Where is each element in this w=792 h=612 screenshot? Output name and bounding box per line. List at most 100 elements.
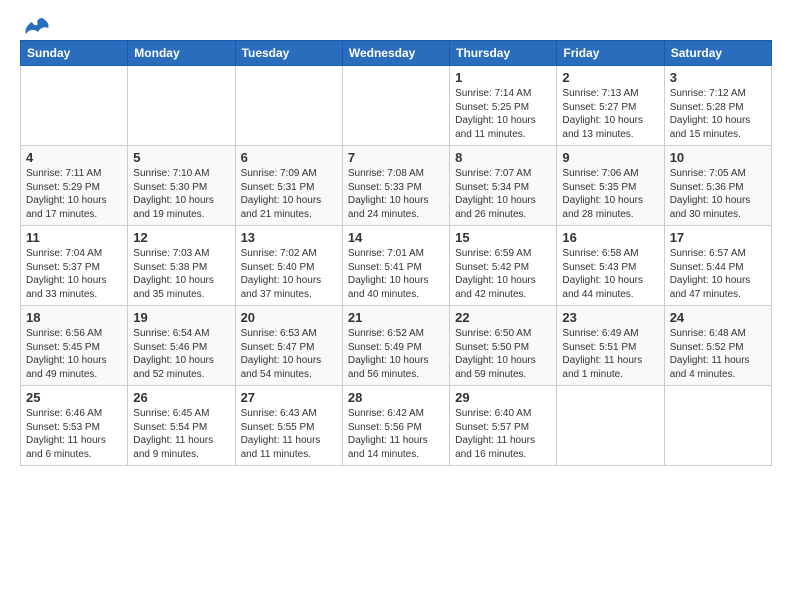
day-info: Sunrise: 6:53 AM Sunset: 5:47 PM Dayligh…: [241, 327, 337, 381]
calendar-cell: 19 Sunrise: 6:54 AM Sunset: 5:46 PM Dayli…: [128, 306, 235, 386]
day-header-sunday: Sunday: [21, 41, 128, 66]
day-number: 1: [455, 70, 551, 85]
calendar-cell: 9 Sunrise: 7:06 AM Sunset: 5:35 PM Daylig…: [557, 146, 664, 226]
day-info: Sunrise: 6:52 AM Sunset: 5:49 PM Dayligh…: [348, 327, 444, 381]
calendar-cell: [342, 66, 449, 146]
day-info: Sunrise: 6:40 AM Sunset: 5:57 PM Dayligh…: [455, 407, 551, 461]
day-info: Sunrise: 7:03 AM Sunset: 5:38 PM Dayligh…: [133, 247, 229, 301]
week-row-3: 18 Sunrise: 6:56 AM Sunset: 5:45 PM Dayli…: [21, 306, 772, 386]
calendar-cell: 4 Sunrise: 7:11 AM Sunset: 5:29 PM Daylig…: [21, 146, 128, 226]
day-info: Sunrise: 7:06 AM Sunset: 5:35 PM Dayligh…: [562, 167, 658, 221]
calendar-cell: 23Sunrise: 6:49 AM Sunset: 5:51 PM Dayli…: [557, 306, 664, 386]
calendar-table: SundayMondayTuesdayWednesdayThursdayFrid…: [20, 40, 772, 466]
calendar-cell: [664, 386, 771, 466]
day-number: 25: [26, 390, 122, 405]
calendar-cell: 3 Sunrise: 7:12 AM Sunset: 5:28 PM Daylig…: [664, 66, 771, 146]
day-number: 27: [241, 390, 337, 405]
calendar-cell: 28 Sunrise: 6:42 AM Sunset: 5:56 PM Dayli…: [342, 386, 449, 466]
day-number: 26: [133, 390, 229, 405]
day-info: Sunrise: 6:48 AM Sunset: 5:52 PM Dayligh…: [670, 327, 766, 381]
day-info: Sunrise: 6:56 AM Sunset: 5:45 PM Dayligh…: [26, 327, 122, 381]
week-row-1: 4 Sunrise: 7:11 AM Sunset: 5:29 PM Daylig…: [21, 146, 772, 226]
day-number: 29: [455, 390, 551, 405]
day-number: 7: [348, 150, 444, 165]
calendar-cell: 2 Sunrise: 7:13 AM Sunset: 5:27 PM Daylig…: [557, 66, 664, 146]
week-row-0: 1 Sunrise: 7:14 AM Sunset: 5:25 PM Daylig…: [21, 66, 772, 146]
day-number: 9: [562, 150, 658, 165]
calendar-cell: 26Sunrise: 6:45 AM Sunset: 5:54 PM Dayli…: [128, 386, 235, 466]
day-number: 21: [348, 310, 444, 325]
logo-bird-icon: [24, 16, 50, 36]
day-number: 23: [562, 310, 658, 325]
calendar-cell: 6 Sunrise: 7:09 AM Sunset: 5:31 PM Daylig…: [235, 146, 342, 226]
logo: [20, 16, 50, 32]
day-number: 20: [241, 310, 337, 325]
day-number: 12: [133, 230, 229, 245]
day-number: 3: [670, 70, 766, 85]
calendar-cell: 29 Sunrise: 6:40 AM Sunset: 5:57 PM Dayli…: [450, 386, 557, 466]
day-number: 4: [26, 150, 122, 165]
day-info: Sunrise: 6:54 AM Sunset: 5:46 PM Dayligh…: [133, 327, 229, 381]
calendar-cell: 7 Sunrise: 7:08 AM Sunset: 5:33 PM Daylig…: [342, 146, 449, 226]
calendar-cell: 10 Sunrise: 7:05 AM Sunset: 5:36 PM Dayli…: [664, 146, 771, 226]
calendar-cell: 17Sunrise: 6:57 AM Sunset: 5:44 PM Dayli…: [664, 226, 771, 306]
day-number: 5: [133, 150, 229, 165]
day-info: Sunrise: 7:10 AM Sunset: 5:30 PM Dayligh…: [133, 167, 229, 221]
day-info: Sunrise: 6:46 AM Sunset: 5:53 PM Dayligh…: [26, 407, 122, 461]
day-info: Sunrise: 7:04 AM Sunset: 5:37 PM Dayligh…: [26, 247, 122, 301]
calendar-cell: 24 Sunrise: 6:48 AM Sunset: 5:52 PM Dayli…: [664, 306, 771, 386]
day-header-monday: Monday: [128, 41, 235, 66]
day-info: Sunrise: 7:01 AM Sunset: 5:41 PM Dayligh…: [348, 247, 444, 301]
day-info: Sunrise: 6:58 AM Sunset: 5:43 PM Dayligh…: [562, 247, 658, 301]
day-info: Sunrise: 7:12 AM Sunset: 5:28 PM Dayligh…: [670, 87, 766, 141]
calendar-cell: 18 Sunrise: 6:56 AM Sunset: 5:45 PM Dayli…: [21, 306, 128, 386]
calendar-cell: 16 Sunrise: 6:58 AM Sunset: 5:43 PM Dayli…: [557, 226, 664, 306]
calendar-cell: 5 Sunrise: 7:10 AM Sunset: 5:30 PM Daylig…: [128, 146, 235, 226]
calendar-cell: 12 Sunrise: 7:03 AM Sunset: 5:38 PM Dayli…: [128, 226, 235, 306]
calendar-cell: 8 Sunrise: 7:07 AM Sunset: 5:34 PM Daylig…: [450, 146, 557, 226]
day-info: Sunrise: 7:13 AM Sunset: 5:27 PM Dayligh…: [562, 87, 658, 141]
calendar-cell: [557, 386, 664, 466]
calendar-cell: 20 Sunrise: 6:53 AM Sunset: 5:47 PM Dayli…: [235, 306, 342, 386]
day-info: Sunrise: 6:42 AM Sunset: 5:56 PM Dayligh…: [348, 407, 444, 461]
calendar-cell: [21, 66, 128, 146]
day-number: 11: [26, 230, 122, 245]
day-header-friday: Friday: [557, 41, 664, 66]
day-info: Sunrise: 6:50 AM Sunset: 5:50 PM Dayligh…: [455, 327, 551, 381]
day-number: 10: [670, 150, 766, 165]
day-number: 8: [455, 150, 551, 165]
day-number: 14: [348, 230, 444, 245]
calendar-cell: 14 Sunrise: 7:01 AM Sunset: 5:41 PM Dayli…: [342, 226, 449, 306]
day-info: Sunrise: 7:02 AM Sunset: 5:40 PM Dayligh…: [241, 247, 337, 301]
day-info: Sunrise: 7:07 AM Sunset: 5:34 PM Dayligh…: [455, 167, 551, 221]
day-number: 13: [241, 230, 337, 245]
day-number: 2: [562, 70, 658, 85]
day-info: Sunrise: 7:14 AM Sunset: 5:25 PM Dayligh…: [455, 87, 551, 141]
day-header-saturday: Saturday: [664, 41, 771, 66]
day-number: 18: [26, 310, 122, 325]
calendar-cell: [235, 66, 342, 146]
day-info: Sunrise: 7:11 AM Sunset: 5:29 PM Dayligh…: [26, 167, 122, 221]
day-info: Sunrise: 7:08 AM Sunset: 5:33 PM Dayligh…: [348, 167, 444, 221]
calendar-cell: [128, 66, 235, 146]
day-number: 22: [455, 310, 551, 325]
day-number: 17: [670, 230, 766, 245]
calendar-cell: 15Sunrise: 6:59 AM Sunset: 5:42 PM Dayli…: [450, 226, 557, 306]
week-row-2: 11 Sunrise: 7:04 AM Sunset: 5:37 PM Dayli…: [21, 226, 772, 306]
week-row-4: 25 Sunrise: 6:46 AM Sunset: 5:53 PM Dayli…: [21, 386, 772, 466]
day-number: 28: [348, 390, 444, 405]
day-info: Sunrise: 6:43 AM Sunset: 5:55 PM Dayligh…: [241, 407, 337, 461]
day-header-row: SundayMondayTuesdayWednesdayThursdayFrid…: [21, 41, 772, 66]
calendar-cell: 11 Sunrise: 7:04 AM Sunset: 5:37 PM Dayli…: [21, 226, 128, 306]
day-info: Sunrise: 7:05 AM Sunset: 5:36 PM Dayligh…: [670, 167, 766, 221]
day-number: 19: [133, 310, 229, 325]
day-info: Sunrise: 7:09 AM Sunset: 5:31 PM Dayligh…: [241, 167, 337, 221]
calendar-cell: 25 Sunrise: 6:46 AM Sunset: 5:53 PM Dayli…: [21, 386, 128, 466]
day-number: 24: [670, 310, 766, 325]
day-header-thursday: Thursday: [450, 41, 557, 66]
day-number: 16: [562, 230, 658, 245]
day-number: 15: [455, 230, 551, 245]
calendar-cell: 21 Sunrise: 6:52 AM Sunset: 5:49 PM Dayli…: [342, 306, 449, 386]
page-header: [20, 16, 772, 32]
day-number: 6: [241, 150, 337, 165]
